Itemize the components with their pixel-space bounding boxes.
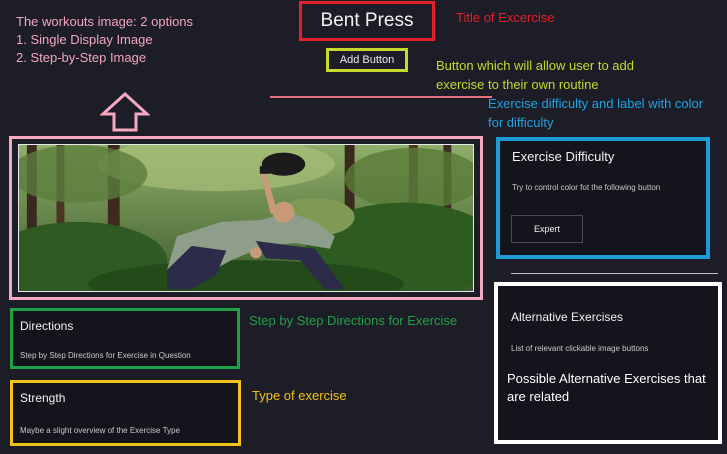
note-line-2: 1. Single Display Image [16,32,153,47]
exercise-type-title: Strength [20,391,66,405]
directions-subtitle: Step by Step Directions for Exercise in … [20,351,191,360]
add-exercise-button[interactable]: Add Button [326,48,408,72]
alternatives-title: Alternative Exercises [511,310,624,324]
difficulty-panel: Exercise Difficulty Try to control color… [496,137,710,259]
difficulty-help-text: Try to control color fot the following b… [512,183,661,192]
exercise-photo [19,145,473,291]
workout-image-note: The workouts image: 2 options 1. Single … [16,13,193,67]
exercise-type-subtitle: Maybe a slight overview of the Exercise … [20,426,180,435]
difficulty-title: Exercise Difficulty [512,149,615,164]
title-annotation: Title of Excercise [456,10,555,25]
alternatives-subtitle: List of relevant clickable image buttons [511,344,649,353]
difficulty-annotation: Exercise difficulty and label with color… [488,96,704,130]
header-divider [270,96,492,98]
difficulty-expert-button[interactable]: Expert [511,215,583,243]
right-divider [511,273,718,274]
exercise-title: Bent Press [299,1,435,41]
note-line-3: 2. Step-by-Step Image [16,50,147,65]
exercise-image-frame [9,136,483,300]
up-arrow-icon [100,92,150,132]
add-button-annotation: Button which will allow user to add exer… [436,58,634,92]
exercise-type-annotation: Type of exercise [252,388,347,403]
exercise-image [18,144,474,292]
directions-panel: Directions Step by Step Directions for E… [10,308,240,369]
alternatives-note: Possible Alternative Exercises that are … [507,371,706,404]
exercise-type-panel: Strength Maybe a slight overview of the … [10,380,241,446]
directions-annotation: Step by Step Directions for Exercise [249,313,458,328]
alternative-exercises-panel: Alternative Exercises List of relevant c… [494,282,722,444]
directions-title: Directions [20,319,74,333]
note-line-1: The workouts image: 2 options [16,14,194,29]
